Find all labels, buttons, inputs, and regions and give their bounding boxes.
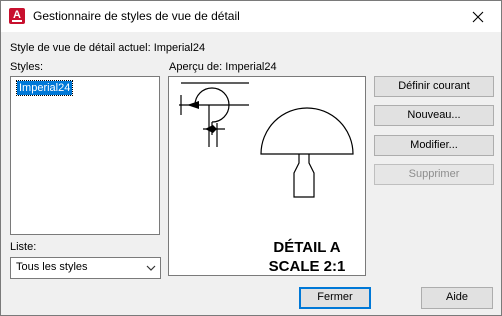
styles-list-item[interactable]: Imperial24 (15, 80, 74, 96)
detail-view-preview-drawing: DÉTAIL A SCALE 2:1 (179, 82, 354, 275)
detail-title-line1: DÉTAIL A (273, 239, 340, 256)
title-bar[interactable]: A Gestionnaire de styles de vue de détai… (1, 1, 501, 32)
close-window-button[interactable] (455, 1, 501, 32)
current-style-label: Style de vue de détail actuel: Imperial2… (10, 42, 206, 54)
list-filter-value: Tous les styles (16, 261, 88, 273)
dialog-window: A Gestionnaire de styles de vue de détai… (0, 0, 502, 316)
delete-style-button[interactable]: Supprimer (374, 164, 494, 185)
chevron-down-icon (146, 265, 156, 271)
set-current-button[interactable]: Définir courant (374, 76, 494, 97)
close-button[interactable]: Fermer (299, 287, 371, 309)
autocad-app-icon: A (9, 8, 25, 24)
preview-pane: DÉTAIL A SCALE 2:1 (168, 76, 366, 276)
styles-label: Styles: (10, 61, 44, 73)
preview-label: Aperçu de: Imperial24 (169, 61, 277, 73)
modify-style-button[interactable]: Modifier... (374, 135, 494, 156)
list-filter-dropdown[interactable]: Tous les styles (10, 257, 161, 279)
styles-listbox[interactable]: Imperial24 (10, 76, 160, 235)
help-button[interactable]: Aide (421, 287, 493, 309)
window-title: Gestionnaire de styles de vue de détail (33, 9, 240, 23)
new-style-button[interactable]: Nouveau... (374, 105, 494, 126)
close-icon (472, 11, 484, 22)
detail-title-line2: SCALE 2:1 (269, 258, 346, 275)
list-filter-label: Liste: (10, 241, 37, 253)
